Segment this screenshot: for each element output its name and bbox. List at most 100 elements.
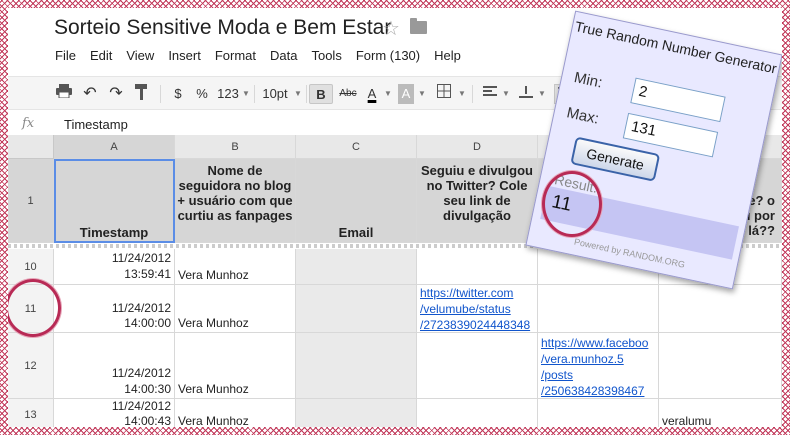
chevron-down-icon[interactable]: ▼ [384,84,392,104]
font-size-select[interactable]: 10pt [260,84,290,104]
cell-facebook[interactable]: https://www.faceboo /vera.munhoz.5 /post… [538,333,659,399]
folder-icon[interactable] [410,18,427,34]
vertical-align-icon[interactable] [516,84,536,104]
rng-min-label: Min: [572,69,604,92]
cell-timestamp[interactable]: 11/24/2012 14:00:30 [54,333,175,399]
toolbar-divider [160,85,161,103]
cell-name[interactable]: Vera Munhoz [175,285,296,333]
menu-insert[interactable]: Insert [161,48,208,66]
column-header-b[interactable]: B [175,135,296,159]
borders-icon[interactable] [434,84,454,104]
redo-icon[interactable]: ↷ [106,84,126,104]
cell-a1-text: Timestamp [79,225,149,240]
facebook-link[interactable]: https://www.faceboo [541,335,648,351]
cell-twitter[interactable] [417,249,538,285]
paint-format-icon[interactable] [132,84,152,104]
cell-name[interactable]: Vera Munhoz [175,249,296,285]
cell-facebook[interactable] [538,285,659,333]
cell-twitter[interactable] [417,399,538,427]
twitter-link[interactable]: /2723839024448348 [420,317,530,332]
spreadsheet-window: Sorteio Sensitive Moda e Bem Estar ☆ Fil… [8,8,782,427]
star-icon[interactable]: ☆ [382,16,400,41]
formula-input[interactable]: Timestamp [64,117,128,132]
row-header-13[interactable]: 13 [8,399,54,427]
toolbar-divider [472,85,473,103]
cell-twitter[interactable] [417,333,538,399]
fx-icon: fx [22,116,35,131]
name-text: Vera Munhoz [178,268,249,282]
menu-edit[interactable]: Edit [83,48,119,66]
timestamp-time: 14:00:00 [124,316,171,330]
text-color-button[interactable]: A [364,84,380,104]
row-header-12[interactable]: 12 [8,333,54,399]
menu-file[interactable]: File [48,48,83,66]
document-title[interactable]: Sorteio Sensitive Moda e Bem Estar [54,16,391,40]
twitter-link[interactable]: https://twitter.com [420,285,513,301]
cell-timestamp[interactable]: 11/24/2012 14:00:00 [54,285,175,333]
youtube-text: veralumu [662,414,712,427]
strikethrough-button[interactable]: Abc [338,84,358,104]
currency-button[interactable]: $ [170,84,186,104]
cell-timestamp[interactable]: 11/24/2012 13:59:41 [54,249,175,285]
cell-c1[interactable]: Email [296,159,417,243]
menu-tools[interactable]: Tools [304,48,348,66]
menu-form[interactable]: Form (130) [349,48,427,66]
timestamp-time: 14:00:43 [124,414,171,427]
chevron-down-icon[interactable]: ▼ [418,84,426,104]
timestamp-date: 11/24/2012 [111,399,171,413]
menu-bar: File Edit View Insert Format Data Tools … [48,48,468,66]
column-header-d[interactable]: D [417,135,538,159]
chevron-down-icon[interactable]: ▼ [458,84,466,104]
facebook-link[interactable]: /vera.munhoz.5 [541,351,624,367]
cell-b1[interactable]: Nome de seguidora no blog + usuário com … [175,159,296,243]
timestamp-time: 14:00:30 [124,382,171,396]
cell-youtube[interactable]: veralumu [659,399,782,427]
cell-youtube[interactable] [659,285,782,333]
percent-button[interactable]: % [194,84,210,104]
cell-facebook[interactable] [538,399,659,427]
name-text: Vera Munhoz [178,414,249,427]
timestamp-date: 11/24/2012 [111,301,171,315]
rng-max-label: Max: [565,104,601,128]
chevron-down-icon[interactable]: ▼ [294,84,302,104]
chevron-down-icon[interactable]: ▼ [502,84,510,104]
number-format-button[interactable]: 123 [216,84,240,104]
twitter-link[interactable]: /velumube/status [420,301,511,317]
chevron-down-icon[interactable]: ▼ [242,84,250,104]
cell-b1-text: Nome de seguidora no blog + usuário com … [177,163,293,223]
menu-view[interactable]: View [119,48,161,66]
column-header-c[interactable]: C [296,135,417,159]
timestamp-time: 13:59:41 [124,267,171,281]
menu-format[interactable]: Format [208,48,263,66]
undo-icon[interactable]: ↶ [80,84,100,104]
cell-email-redacted[interactable] [296,249,417,285]
align-left-icon[interactable] [480,84,500,104]
cell-d1-text: Seguiu e divulgou no Twitter? Cole seu l… [421,163,533,223]
cell-name[interactable]: Vera Munhoz [175,399,296,427]
cell-a1[interactable]: Timestamp [54,159,175,243]
column-header-a[interactable]: A [54,135,175,159]
cell-youtube[interactable] [659,333,782,399]
row-header-1[interactable]: 1 [8,159,54,243]
timestamp-date: 11/24/2012 [111,251,171,265]
cell-timestamp[interactable]: 11/24/2012 14:00:43 [54,399,175,427]
facebook-link[interactable]: /posts [541,367,573,383]
name-text: Vera Munhoz [178,382,249,396]
cell-twitter[interactable]: https://twitter.com /velumube/status /27… [417,285,538,333]
cell-d1[interactable]: Seguiu e divulgou no Twitter? Cole seu l… [417,159,538,243]
fill-color-button[interactable]: A [398,84,414,104]
cell-email-redacted[interactable] [296,333,417,399]
menu-help[interactable]: Help [427,48,468,66]
cell-name[interactable]: Vera Munhoz [175,333,296,399]
facebook-link[interactable]: /250638428398467 [541,383,644,398]
cell-email-redacted[interactable] [296,285,417,333]
timestamp-date: 11/24/2012 [111,366,171,380]
name-text: Vera Munhoz [178,316,249,330]
cell-email-redacted[interactable] [296,399,417,427]
menu-data[interactable]: Data [263,48,304,66]
print-icon[interactable] [54,84,74,104]
chevron-down-icon[interactable]: ▼ [538,84,546,104]
highlight-circle-result [542,171,602,237]
select-all-corner[interactable] [8,135,54,159]
bold-button[interactable]: B [309,84,333,104]
